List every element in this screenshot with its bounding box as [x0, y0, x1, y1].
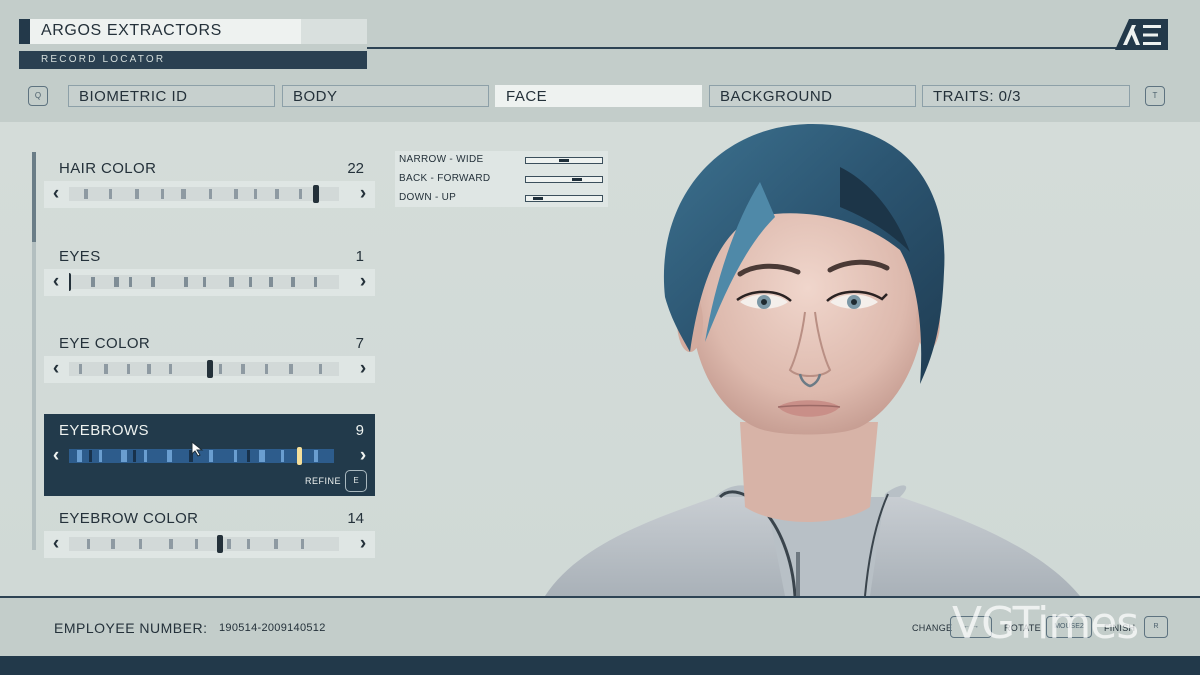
prev-tab-key-q[interactable]: Q [28, 86, 48, 106]
option-value: 22 [347, 160, 364, 177]
option-label: EYEBROW COLOR [59, 510, 199, 527]
option-label: EYE COLOR [59, 335, 151, 352]
sub-slider-label: BACK - FORWARD [399, 173, 491, 184]
option-strip[interactable] [69, 184, 339, 204]
record-locator-label: RECORD LOCATOR [19, 51, 367, 69]
option-value: 14 [347, 510, 364, 527]
sub-slider-down-up[interactable]: DOWN - UP [399, 191, 604, 205]
watermark: VGTimes [952, 598, 1139, 649]
options-scroll-thumb[interactable] [32, 152, 36, 242]
option-slider[interactable]: ‹ › [44, 531, 375, 558]
chevron-left-icon[interactable]: ‹ [46, 183, 66, 205]
bottom-bar [0, 656, 1200, 675]
option-strip[interactable] [69, 534, 339, 554]
sub-slider-track[interactable] [525, 157, 603, 164]
refine-key-e[interactable]: E [345, 470, 367, 492]
option-value: 9 [355, 422, 364, 439]
sub-slider-narrow-wide[interactable]: NARROW - WIDE [399, 153, 604, 167]
option-eye-color[interactable]: EYE COLOR 7 ‹ › [44, 327, 375, 409]
option-strip[interactable] [69, 359, 339, 379]
sub-slider-knob[interactable] [533, 197, 543, 200]
chevron-left-icon[interactable]: ‹ [46, 445, 66, 467]
eyebrow-refine-panel: NARROW - WIDE BACK - FORWARD DOWN - UP [395, 151, 608, 207]
chevron-right-icon[interactable]: › [353, 183, 373, 205]
option-slider[interactable]: ‹ › [44, 269, 375, 296]
sub-slider-track[interactable] [525, 176, 603, 183]
tab-traits[interactable]: TRAITS: 0/3 [922, 85, 1130, 107]
sub-slider-label: NARROW - WIDE [399, 154, 484, 165]
sub-slider-label: DOWN - UP [399, 192, 457, 203]
header-divider [367, 47, 1137, 49]
sub-slider-knob[interactable] [572, 178, 582, 181]
chevron-left-icon[interactable]: ‹ [46, 533, 66, 555]
option-strip[interactable] [69, 272, 339, 292]
employee-number-value: 190514-2009140512 [219, 622, 326, 634]
chevron-left-icon[interactable]: ‹ [46, 358, 66, 380]
option-label: HAIR COLOR [59, 160, 157, 177]
option-value: 1 [355, 248, 364, 265]
chevron-right-icon[interactable]: › [353, 445, 373, 467]
sub-slider-back-forward[interactable]: BACK - FORWARD [399, 172, 604, 186]
company-title: ARGOS EXTRACTORS [30, 19, 301, 44]
option-label: EYEBROWS [59, 422, 149, 439]
tab-face[interactable]: FACE [495, 85, 702, 107]
tab-body[interactable]: BODY [282, 85, 489, 107]
option-eyebrows[interactable]: EYEBROWS 9 ‹ › REFINE E [44, 414, 375, 496]
tab-biometric-id[interactable]: BIOMETRIC ID [68, 85, 275, 107]
chevron-right-icon[interactable]: › [353, 271, 373, 293]
option-eyebrow-color[interactable]: EYEBROW COLOR 14 ‹ › [44, 502, 375, 584]
header: ARGOS EXTRACTORS RECORD LOCATOR Q BIOMET… [0, 0, 1200, 122]
refine-label: REFINE [304, 476, 341, 486]
option-eyes[interactable]: EYES 1 ‹ › [44, 240, 375, 322]
sub-slider-track[interactable] [525, 195, 603, 202]
ae-logo-icon [1115, 19, 1168, 50]
finish-key[interactable]: R [1144, 616, 1168, 638]
option-hair-color[interactable]: HAIR COLOR 22 ‹ › [44, 152, 375, 234]
chevron-right-icon[interactable]: › [353, 533, 373, 555]
character-portrait[interactable] [540, 122, 1100, 596]
change-label: CHANGE [912, 623, 953, 633]
chevron-left-icon[interactable]: ‹ [46, 271, 66, 293]
option-value: 7 [355, 335, 364, 352]
option-slider[interactable]: ‹ › [44, 443, 375, 470]
title-ghost-block [301, 19, 367, 44]
option-slider[interactable]: ‹ › [44, 356, 375, 383]
option-label: EYES [59, 248, 101, 265]
mouse-cursor-icon [191, 441, 204, 457]
tab-background[interactable]: BACKGROUND [709, 85, 916, 107]
employee-number-label: EMPLOYEE NUMBER: [54, 620, 208, 636]
title-marker [19, 19, 30, 44]
option-slider[interactable]: ‹ › [44, 181, 375, 208]
chevron-right-icon[interactable]: › [353, 358, 373, 380]
sub-slider-knob[interactable] [559, 159, 569, 162]
next-tab-key-t[interactable]: T [1145, 86, 1165, 106]
